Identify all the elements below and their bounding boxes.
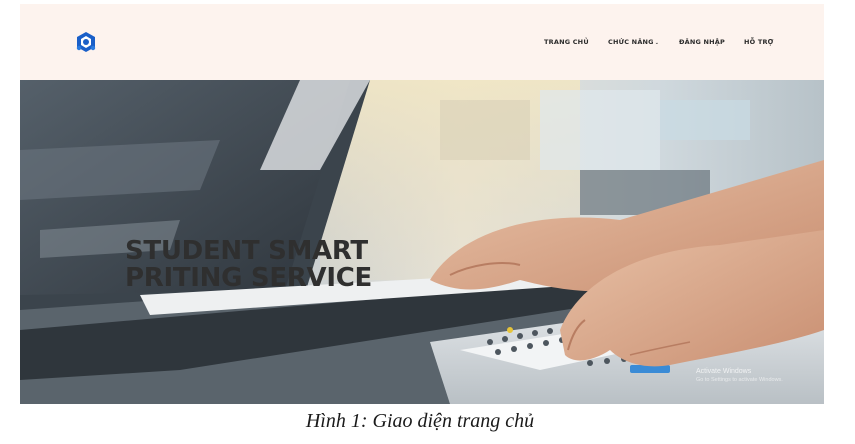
home-page: TRANG CHỦ CHỨC NĂNG⌄ ĐĂNG NHẬP HỖ TRỢ ST…	[20, 4, 824, 404]
nav-login[interactable]: ĐĂNG NHẬP	[679, 38, 725, 46]
nav-support-label: HỖ TRỢ	[744, 38, 774, 46]
watermark-line2: Go to Settings to activate Windows.	[696, 377, 783, 383]
hero-banner: STUDENT SMART PRITING SERVICE Activate W…	[20, 80, 824, 404]
nav-features-label: CHỨC NĂNG	[608, 38, 654, 46]
nav-support[interactable]: HỖ TRỢ	[744, 38, 774, 46]
figure-caption: Hình 1: Giao diện trang chủ	[305, 410, 535, 432]
hero-title-line2: PRITING SERVICE	[125, 263, 372, 293]
nav-features[interactable]: CHỨC NĂNG⌄	[608, 38, 659, 46]
nav-home-label: TRANG CHỦ	[544, 38, 589, 46]
chevron-down-icon: ⌄	[654, 40, 660, 46]
nav-login-label: ĐĂNG NHẬP	[679, 38, 725, 46]
university-logo-icon[interactable]	[75, 31, 97, 53]
nav-home[interactable]: TRANG CHỦ	[544, 38, 589, 46]
hero-title-line1: STUDENT SMART	[125, 236, 368, 266]
activate-windows-watermark: Activate Windows Go to Settings to activ…	[696, 367, 783, 385]
watermark-line1: Activate Windows	[696, 368, 752, 375]
top-navbar: TRANG CHỦ CHỨC NĂNG⌄ ĐĂNG NHẬP HỖ TRỢ	[20, 4, 824, 80]
hero-title: STUDENT SMART PRITING SERVICE	[125, 238, 372, 292]
